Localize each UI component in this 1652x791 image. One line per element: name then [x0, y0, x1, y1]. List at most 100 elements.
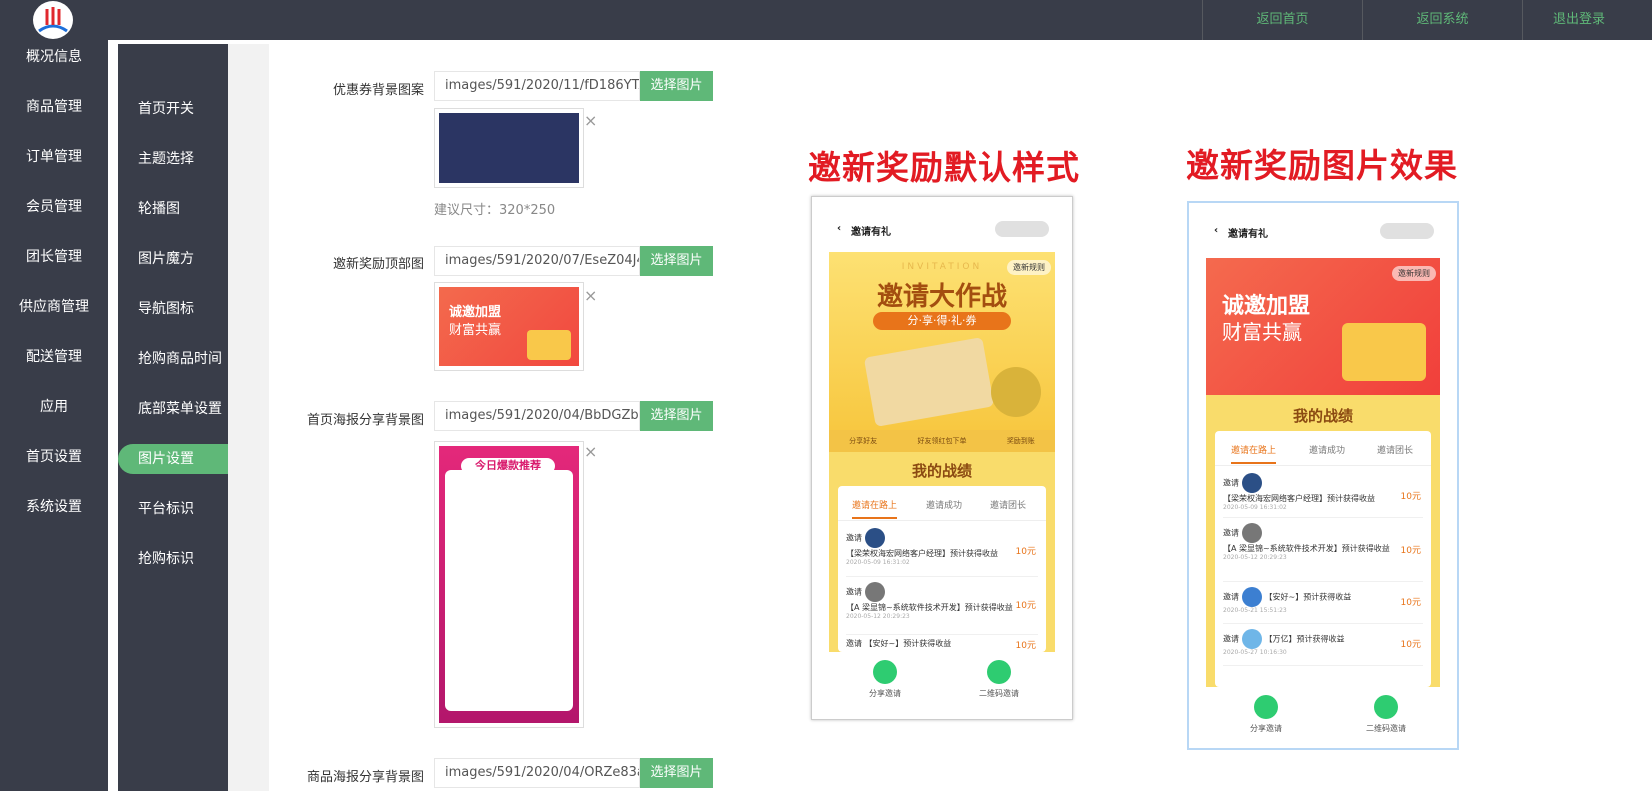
p2-row-4-date: 2020-05-27 10:16:30 — [1223, 649, 1287, 656]
p2-tab-pending[interactable]: 邀请在路上 — [1231, 443, 1277, 464]
goods-poster-label: 商品海报分享背景图 — [306, 770, 424, 785]
invite-top-thumbnail: 诚邀加盟 财富共赢 — [434, 282, 584, 371]
sub-nav-theme[interactable]: 主题选择 — [118, 144, 228, 174]
p2-tab-success[interactable]: 邀请成功 — [1309, 443, 1345, 456]
p1-tab-pending[interactable]: 邀请在路上 — [852, 498, 898, 519]
sub-nav-nav-icons[interactable]: 导航图标 — [118, 294, 228, 324]
nav-suppliers[interactable]: 供应商管理 — [0, 292, 108, 322]
coupon-bg-size-hint: 建议尺寸：320*250 — [434, 203, 556, 218]
nav-delivery[interactable]: 配送管理 — [0, 342, 108, 372]
p1-back-icon: ‹ — [837, 223, 842, 234]
p1-qrcode-label: 二维码邀请 — [979, 689, 1019, 698]
preview-default-phone: ‹ 邀请有礼 邀新规则 INVITATION 邀请大作战 分·享·得·礼·券 分… — [811, 196, 1073, 720]
invite-top-input[interactable]: images/591/2020/07/EseZ04J4I — [434, 246, 640, 276]
p2-row-1: 邀请 【梁荣权海宏网络客户经理】预计获得收益 2020-05-09 16:31:… — [1223, 473, 1423, 518]
p1-row-1-text: 【梁荣权海宏网络客户经理】预计获得收益 — [846, 549, 998, 558]
p1-row-2-text: 【A 梁显锦~系统软件技术开发】预计获得收益 — [846, 603, 1013, 612]
p1-step-1: 分享好友 — [849, 437, 878, 445]
p2-nav-title: 邀请有礼 — [1228, 229, 1268, 240]
p2-row-4: 邀请 【万亿】预计获得收益 2020-05-27 10:16:30 10元 — [1223, 629, 1423, 666]
p1-qrcode-icon — [987, 660, 1011, 684]
p1-stats-title: 我的战绩 — [911, 462, 972, 480]
nav-orders[interactable]: 订单管理 — [0, 142, 108, 172]
p2-share-icon — [1254, 695, 1278, 719]
p2-share-invite[interactable]: 分享邀请 — [1236, 695, 1296, 734]
home-poster-input[interactable]: images/591/2020/04/BbDGZbb — [434, 401, 640, 431]
p1-capsule-icon — [995, 221, 1049, 237]
p2-rule-badge[interactable]: 邀新规则 — [1392, 266, 1436, 281]
p1-row-1-amount: 10元 — [1015, 547, 1036, 557]
home-poster-pick-button[interactable]: 选择图片 — [640, 401, 713, 431]
p2-row-3-amount: 10元 — [1400, 598, 1421, 608]
sub-nav-flash-time[interactable]: 抢购商品时间 — [118, 344, 228, 374]
system-link[interactable]: 返回系统 — [1362, 0, 1522, 40]
logout-link[interactable]: 退出登录 — [1522, 0, 1652, 40]
nav-overview[interactable]: 概况信息 — [0, 42, 108, 72]
p2-row-4-prefix: 邀请 — [1223, 634, 1239, 644]
p1-fruit-art — [991, 367, 1041, 417]
p2-share-label: 分享邀请 — [1250, 724, 1282, 733]
p1-step-3: 奖励到账 — [1006, 437, 1035, 445]
nav-goods[interactable]: 商品管理 — [0, 92, 108, 122]
sub-nav-image-cube[interactable]: 图片魔方 — [118, 244, 228, 274]
p2-row-2-prefix: 邀请 — [1223, 528, 1239, 538]
p2-qrcode-invite[interactable]: 二维码邀请 — [1356, 695, 1416, 734]
p2-tab-leader[interactable]: 邀请团长 — [1377, 443, 1413, 456]
p1-row-1: 邀请 【梁荣权海宏网络客户经理】预计获得收益 2020-05-09 16:31:… — [846, 528, 1038, 577]
home-poster-thumbnail: 今日爆款推荐 — [434, 441, 584, 728]
p2-row-3-date: 2020-05-21 15:51:23 — [1223, 607, 1287, 614]
invite-top-thumb-text-2: 财富共赢 — [449, 323, 502, 338]
p1-row-1-date: 2020-05-09 16:31:02 — [846, 559, 910, 566]
p1-stats-card: 邀请在路上 邀请成功 邀请团长 邀请 【梁荣权海宏网络客户经理】预计获得收益 2… — [838, 486, 1046, 653]
coupon-bg-input[interactable]: images/591/2020/11/fD186YTA — [434, 71, 640, 101]
p2-row-2-amount: 10元 — [1400, 546, 1421, 556]
nav-system-settings[interactable]: 系统设置 — [0, 492, 108, 522]
p1-banner-title: 邀请大作战 — [876, 282, 1007, 312]
sub-nav-image-settings[interactable]: 图片设置 — [118, 444, 228, 474]
p2-row-1-avatar — [1242, 473, 1262, 493]
home-poster-close-icon[interactable]: × — [584, 442, 597, 461]
nav-members[interactable]: 会员管理 — [0, 192, 108, 222]
p2-row-2-avatar — [1242, 523, 1262, 543]
header-underline — [118, 40, 1652, 44]
p1-qrcode-invite[interactable]: 二维码邀请 — [969, 660, 1029, 699]
sub-nav-bottom-menu[interactable]: 底部菜单设置 — [118, 394, 228, 424]
coupon-bg-label: 优惠券背景图案 — [332, 83, 424, 98]
logo — [33, 1, 73, 39]
coupon-bg-close-icon[interactable]: × — [584, 111, 597, 130]
p1-row-3-text: 【安好~】预计获得收益 — [864, 639, 952, 648]
p1-tab-success[interactable]: 邀请成功 — [926, 498, 962, 511]
home-link[interactable]: 返回首页 — [1202, 0, 1362, 40]
p1-share-invite[interactable]: 分享邀请 — [855, 660, 915, 699]
p1-tab-leader[interactable]: 邀请团长 — [990, 498, 1026, 511]
nav-apps[interactable]: 应用 — [0, 392, 108, 422]
sub-nav-home-switch[interactable]: 首页开关 — [118, 94, 228, 124]
sub-nav-flash-badge[interactable]: 抢购标识 — [118, 544, 228, 574]
p2-row-1-amount: 10元 — [1400, 492, 1421, 502]
preview-image-title: 邀新奖励图片效果 — [1186, 146, 1458, 185]
goods-poster-input[interactable]: images/591/2020/04/ORZe83at — [434, 758, 640, 788]
goods-poster-pick-button[interactable]: 选择图片 — [640, 758, 713, 788]
sub-nav-carousel[interactable]: 轮播图 — [118, 194, 228, 224]
content-gutter — [228, 44, 269, 791]
coupon-bg-pick-button[interactable]: 选择图片 — [640, 71, 713, 101]
p1-banner-sub: 分·享·得·礼·券 — [873, 312, 1011, 330]
p2-nav-bar: ‹ 邀请有礼 — [1206, 217, 1440, 245]
p2-row-2-date: 2020-05-12 20:29:23 — [1223, 554, 1287, 561]
p1-row-2-avatar — [865, 582, 885, 602]
p2-row-3: 邀请 【安好~】预计获得收益 2020-05-21 15:51:23 10元 — [1223, 587, 1423, 624]
invite-top-pick-button[interactable]: 选择图片 — [640, 246, 713, 276]
top-bar: 返回首页 返回系统 退出登录 — [0, 0, 1652, 40]
p1-share-icon — [873, 660, 897, 684]
p1-row-1-avatar — [865, 528, 885, 548]
p1-banner-en: INVITATION — [901, 262, 983, 272]
p2-tabs: 邀请在路上 邀请成功 邀请团长 — [1215, 431, 1431, 466]
p2-banner: 邀新规则 诚邀加盟 财富共赢 — [1206, 258, 1440, 395]
nav-home-settings[interactable]: 首页设置 — [0, 442, 108, 472]
nav-leaders[interactable]: 团长管理 — [0, 242, 108, 272]
sub-nav-platform-badge[interactable]: 平台标识 — [118, 494, 228, 524]
p2-row-3-avatar — [1242, 587, 1262, 607]
invite-top-close-icon[interactable]: × — [584, 286, 597, 305]
p2-row-2-text: 【A 梁显锦~系统软件技术开发】预计获得收益 — [1223, 544, 1390, 553]
p1-row-2-date: 2020-05-12 20:29:23 — [846, 613, 910, 620]
